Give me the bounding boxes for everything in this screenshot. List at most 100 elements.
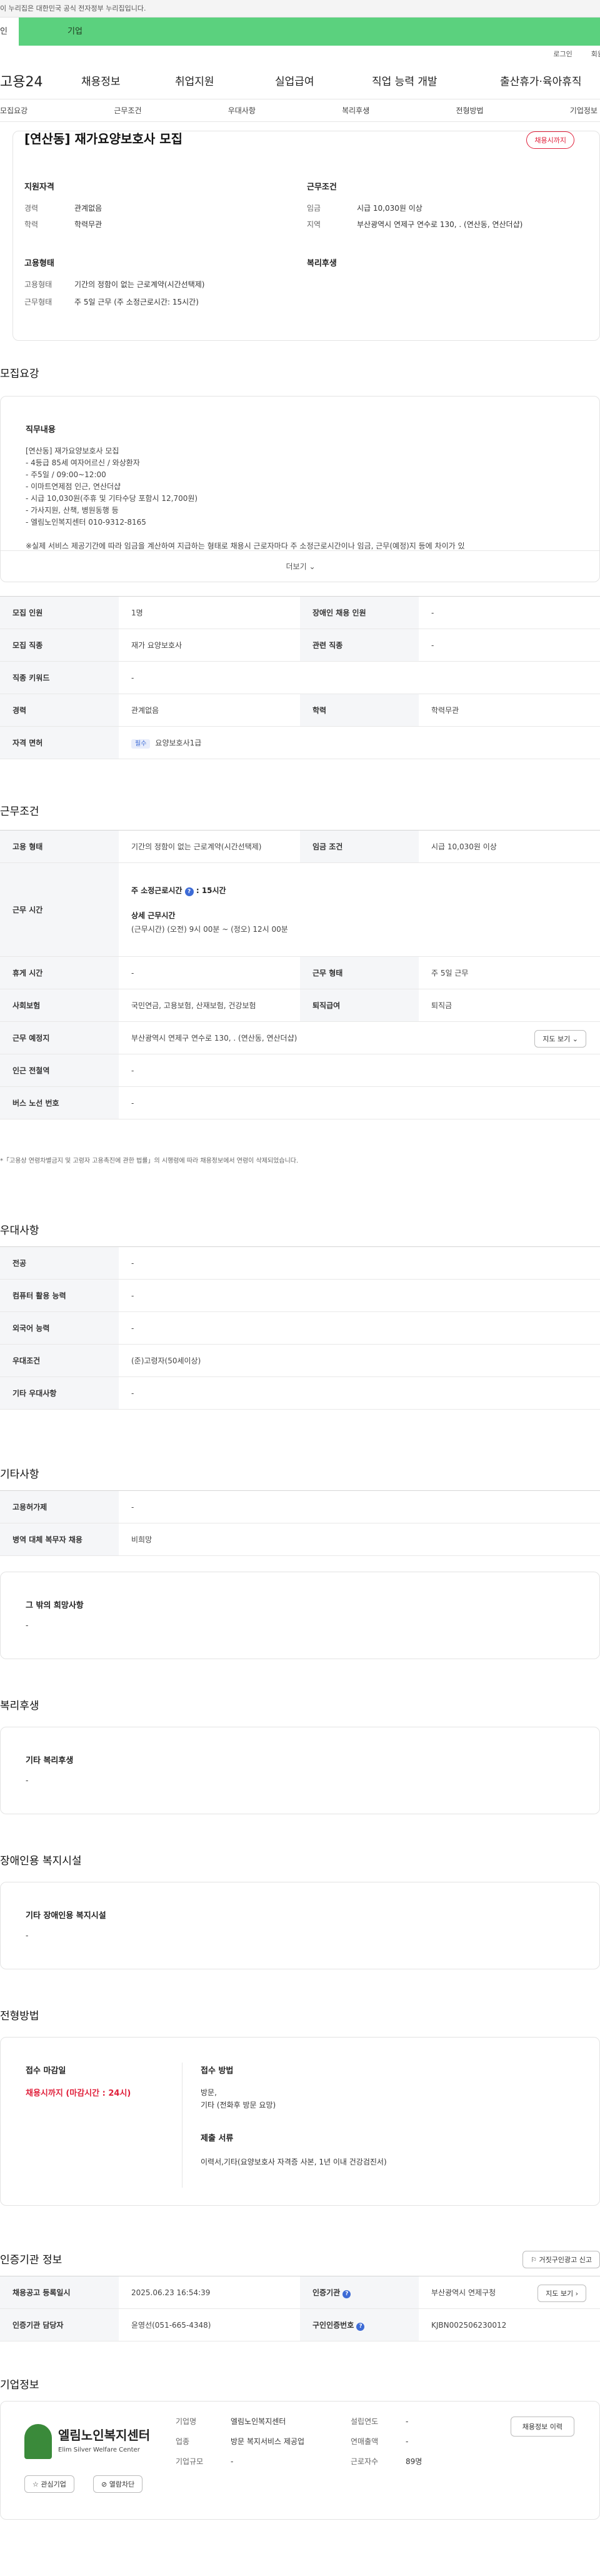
table-row: 고용허가제 -: [0, 1490, 600, 1523]
login-link[interactable]: 로그인: [553, 49, 572, 59]
qualification-head: 지원자격: [24, 183, 54, 192]
hours-detail: (근무시간) (오전) 9시 00분 ~ (정오) 12시 00분: [131, 924, 288, 934]
chevron-right-icon: ›: [575, 2290, 578, 2298]
table-row: 고용 형태 기간의 정함이 없는 근로계약(시간선택제) 임금 조건 시급 10,0…: [0, 830, 600, 863]
disabled-card: 기타 장애인용 복지시설 -: [0, 1882, 600, 1969]
disabled-title: 장애인용 복지시설: [0, 1855, 82, 1867]
info-icon[interactable]: ?: [342, 2290, 351, 2298]
leaf-logo-icon: [24, 2424, 52, 2459]
prefer-table: 전공 - 컴퓨터 활용 능력 - 외국어 능력 - 우대조건 (준)고령자(50세이상)…: [0, 1246, 600, 1410]
other-wishes-value: -: [26, 1621, 29, 1630]
conditions-title: 근무조건: [0, 806, 39, 818]
welfare-head: 기타 복리후생: [26, 1756, 74, 1765]
welfare-card: 기타 복리후생 -: [0, 1727, 600, 1814]
agency-map-button[interactable]: 지도 보기 ›: [538, 2285, 586, 2302]
method-head: 접수 방법: [201, 2066, 234, 2076]
job-description-body: [연산동] 재가요양보호사 모집 - 4등급 85세 여자어르신 / 와상환자 …: [26, 447, 465, 550]
welfare-head: 복리후생: [307, 259, 337, 268]
table-row: 병역 대체 복무자 채용 비희망: [0, 1523, 600, 1556]
welfare-title: 복리후생: [0, 1700, 39, 1712]
agency-section: 인증기관 정보 ⚐ 거짓구인광고 신고 채용공고 등록일시 2025.06.23 …: [0, 2251, 600, 2376]
top-links: 로그인 회원: [0, 46, 600, 62]
table-row: 인증기관 담당자 윤영선(051-665-4348) 구인인증번호 ? KJBN0…: [0, 2308, 600, 2341]
user-type-tabs: 인 기업: [0, 18, 600, 46]
signup-link[interactable]: 회원: [591, 49, 600, 59]
table-row: 경력 관계없음 학력 학력무관: [0, 694, 600, 727]
star-icon: ☆: [32, 2480, 39, 2488]
conditions-section: 근무조건 고용 형태 기간의 정함이 없는 근로계약(시간선택제) 임금 조건 시급…: [0, 802, 600, 1190]
job-description-head: 직무내용: [26, 425, 56, 435]
job-description-card: 직무내용 [연산동] 재가요양보호사 모집 - 4등급 85세 여자어르신 / …: [0, 396, 600, 582]
welfare-value: -: [26, 1776, 29, 1785]
global-nav: 고용24 채용정보 취업지원 실업급여 직업 능력 개발 출산휴가·육아휴직: [0, 62, 600, 99]
company-info: 기업명 엘림노인복지센터 업종 방문 복지서비스 제공업 기업규모 -: [176, 2417, 305, 2466]
gnb-item-employment-support[interactable]: 취업지원: [175, 73, 275, 88]
gnb-item-jobs[interactable]: 채용정보: [81, 73, 175, 88]
subnav-process[interactable]: 전형방법: [456, 105, 483, 116]
etc-title: 기타사항: [0, 1468, 39, 1481]
gnb-item-parental-leave[interactable]: 출산휴가·육아휴직: [500, 73, 582, 88]
table-row: 모집 인원 1명 장애인 채용 인원 -: [0, 596, 600, 629]
table-row: 버스 노선 번호 -: [0, 1086, 600, 1119]
disabled-section: 장애인용 복지시설 기타 장애인용 복지시설 -: [0, 1852, 600, 2002]
etc-section: 기타사항 고용허가제 - 병역 대체 복무자 채용 비희망 그 밖의 희망사항 -: [0, 1465, 600, 1672]
table-row: 외국어 능력 -: [0, 1311, 600, 1345]
job-history-button[interactable]: 채용정보 이력: [510, 2417, 574, 2437]
tab-company[interactable]: 기업: [19, 18, 600, 46]
section-nav: 모집요강 근무조건 우대사항 복리후생 전형방법 기업정보: [0, 99, 600, 122]
block-company-button[interactable]: ⊘ 열람차단: [93, 2475, 143, 2493]
info-icon[interactable]: ?: [356, 2322, 365, 2331]
table-row: 우대조건 (준)고령자(50세이상): [0, 1344, 600, 1377]
table-row: 사회보험 국민연금, 고용보험, 산재보험, 건강보험 퇴직급여 퇴직금: [0, 989, 600, 1022]
report-button[interactable]: ⚐ 거짓구인광고 신고: [522, 2251, 600, 2268]
hours-detail-label: 상세 근무시간: [131, 911, 176, 920]
process-section: 전형방법 접수 마감일 채용시까지 (마감시간 : 24시) 접수 방법 방문,…: [0, 2007, 600, 2238]
flag-icon: ⚐: [531, 2256, 538, 2264]
etc-table: 고용허가제 - 병역 대체 복무자 채용 비희망: [0, 1490, 600, 1556]
company-section: 기업정보 엘림노인복지센터 Elim Silver Welfare Center…: [0, 2376, 600, 2576]
table-row: 근무 예정지 부산광역시 연제구 연수로 130, . (연산동, 연산더샵) …: [0, 1021, 600, 1054]
qualification-row: 경력 관계없음: [24, 204, 102, 213]
deadline-value: 채용시까지 (마감시간 : 24시): [26, 2089, 131, 2098]
process-title: 전형방법: [0, 2010, 39, 2023]
subnav-recruit[interactable]: 모집요강: [0, 105, 28, 116]
welfare-section: 복리후생 기타 복리후생 -: [0, 1697, 600, 1847]
conditions-row: 지역 부산광역시 연제구 연수로 130, . (연산동, 연산더샵): [307, 220, 523, 229]
disabled-value: -: [26, 1931, 29, 1940]
weekly-hours: 주 소정근로시간 ? : 15시간: [131, 886, 226, 896]
table-row: 인근 전철역 -: [0, 1054, 600, 1087]
more-button[interactable]: 더보기 ⌄: [1, 550, 599, 582]
table-row: 모집 직종 재가 요양보호사 관련 직종 -: [0, 629, 600, 662]
map-button[interactable]: 지도 보기 ⌄: [534, 1030, 586, 1048]
gnb-item-unemployment[interactable]: 실업급여: [275, 73, 372, 88]
table-row: 자격 면허 필수 요양보호사1급: [0, 726, 600, 759]
company-card: 엘림노인복지센터 Elim Silver Welfare Center ☆ 관심…: [0, 2401, 600, 2520]
tab-individual[interactable]: 인: [0, 18, 19, 46]
gnb-item-training[interactable]: 직업 능력 개발: [372, 73, 500, 88]
docs-value: 이력서,기타(요양보호사 자격증 사본, 1년 이내 건강검진서): [201, 2158, 387, 2166]
table-row: 전공 -: [0, 1246, 600, 1280]
favorite-company-button[interactable]: ☆ 관심기업: [24, 2475, 74, 2493]
employment-type-head: 고용형태: [24, 259, 54, 268]
table-row: 직종 키워드 -: [0, 661, 600, 694]
table-row: 근무 시간 주 소정근로시간 ? : 15시간 상세 근무시간 (근무시간) (…: [0, 862, 600, 957]
recruit-title: 모집요강: [0, 368, 39, 380]
other-wishes-head: 그 밖의 희망사항: [26, 1601, 84, 1610]
deadline-badge: 채용시까지: [526, 131, 574, 149]
job-summary-card: [연산동] 재가요양보호사 모집 채용시까지 지원자격 경력 관계없음 학력 학력무…: [12, 131, 600, 341]
recruit-table: 모집 인원 1명 장애인 채용 인원 - 모집 직종 재가 요양보호사 관련 직종 - …: [0, 596, 600, 759]
info-icon[interactable]: ?: [184, 887, 194, 896]
table-row: 휴게 시간 - 근무 형태 주 5일 근무: [0, 956, 600, 989]
table-row: 기타 우대사항 -: [0, 1376, 600, 1410]
subnav-welfare[interactable]: 복리후생: [342, 105, 369, 116]
logo[interactable]: 고용24: [0, 71, 81, 91]
company-title: 기업정보: [0, 2379, 39, 2392]
subnav-company[interactable]: 기업정보: [570, 105, 598, 116]
chevron-down-icon: ⌄: [309, 562, 316, 571]
subnav-prefer[interactable]: 우대사항: [228, 105, 256, 116]
disabled-head: 기타 장애인용 복지시설: [26, 1911, 106, 1921]
docs-head: 제출 서류: [201, 2134, 234, 2143]
other-wishes-card: 그 밖의 희망사항 -: [0, 1572, 600, 1659]
subnav-conditions[interactable]: 근무조건: [114, 105, 141, 116]
conditions-row: 임금 시급 10,030원 이상: [307, 204, 422, 213]
